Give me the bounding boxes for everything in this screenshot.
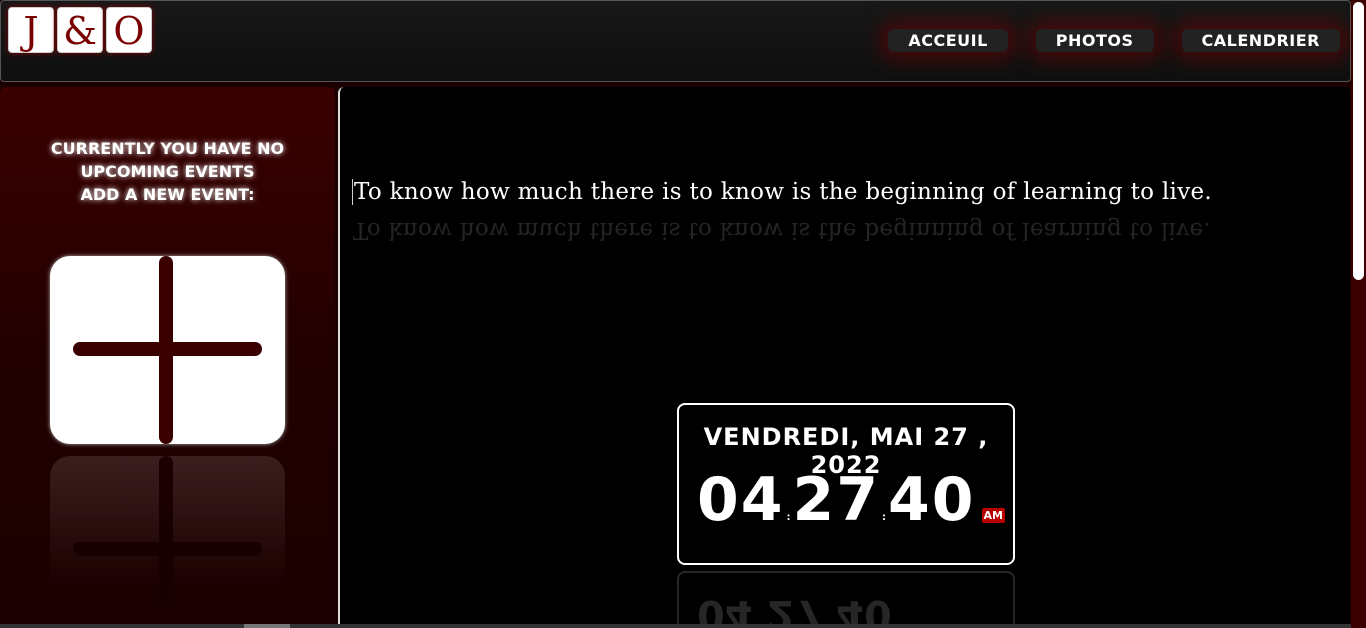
nav-acceuil[interactable]: ACCEUIL: [888, 29, 1008, 52]
clock-reflection: 04 27 40: [677, 571, 1015, 628]
clock-separator: :: [786, 512, 791, 523]
nav-calendrier[interactable]: CALENDRIER: [1181, 29, 1340, 52]
clock-hours: 04: [697, 465, 785, 535]
add-event-button[interactable]: [50, 256, 285, 444]
scrollbar-thumb[interactable]: [1353, 2, 1364, 280]
clock-time: 04 : 27 : 40 AM: [697, 467, 1005, 533]
events-sidebar: CURRENTLY YOU HAVE NO UPCOMING EVENTS AD…: [0, 87, 335, 628]
main-content: To know how much there is to know is the…: [338, 87, 1350, 628]
clock-seconds: 40: [888, 465, 976, 535]
horizontal-scrollbar[interactable]: [0, 624, 1351, 628]
logo-letter-j: J: [8, 7, 54, 53]
clock-separator: :: [882, 512, 886, 523]
clock-reflection-time: 04 27 40: [697, 591, 892, 628]
no-events-line: CURRENTLY YOU HAVE NO UPCOMING EVENTS: [50, 139, 285, 181]
clock-minutes: 27: [792, 465, 880, 535]
logo-letter-o: O: [106, 7, 152, 53]
clock-widget: VENDREDI, MAI 27 , 2022 04 : 27 : 40 AM: [677, 403, 1015, 565]
no-events-message: CURRENTLY YOU HAVE NO UPCOMING EVENTS AD…: [0, 137, 335, 206]
quote-reflection: To know how much there is to know is the…: [353, 217, 1212, 243]
main-nav: ACCEUIL PHOTOS CALENDRIER: [888, 29, 1340, 52]
add-button-reflection: [50, 456, 285, 628]
logo-ampersand: &: [57, 7, 103, 53]
quote-text: To know how much there is to know is the…: [352, 179, 1342, 205]
horizontal-scrollbar-thumb[interactable]: [244, 624, 290, 628]
add-event-label: ADD A NEW EVENT:: [80, 185, 255, 204]
nav-photos[interactable]: PHOTOS: [1035, 29, 1154, 52]
site-logo[interactable]: J & O: [8, 7, 152, 54]
vertical-scrollbar[interactable]: [1351, 0, 1366, 628]
clock-ampm-badge: AM: [981, 508, 1005, 523]
top-header: J & O ACCEUIL PHOTOS CALENDRIER: [0, 0, 1351, 82]
